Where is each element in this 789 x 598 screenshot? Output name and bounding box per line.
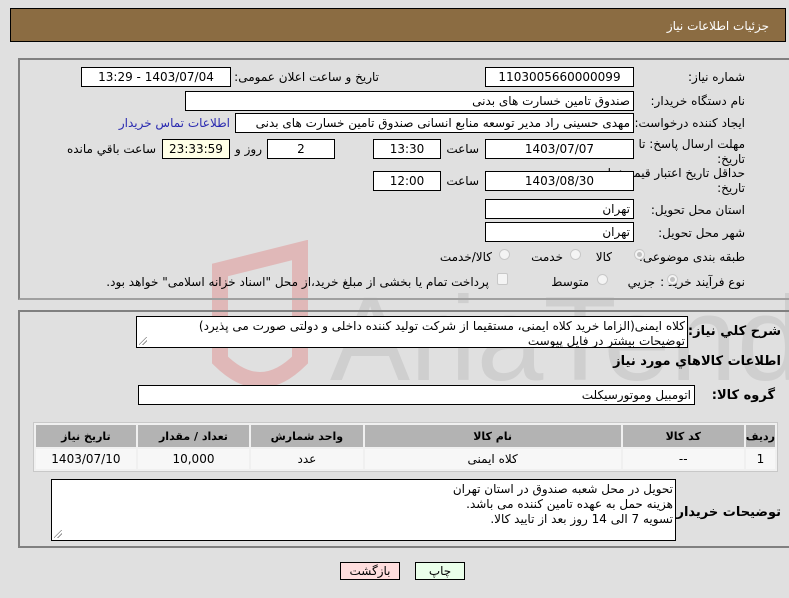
buyer-notes-line-1: تحویل در محل شعبه صندوق در استان تهران <box>452 482 673 496</box>
category-goods-radio[interactable] <box>634 249 645 260</box>
category-goods-label: کالا <box>595 250 612 264</box>
delivery-province-label: استان محل تحویل: <box>650 203 745 217</box>
delivery-city-label: شهر محل تحویل: <box>658 226 745 240</box>
treasury-bonds-checkbox[interactable] <box>497 273 508 285</box>
reply-deadline-label: مهلت ارسال پاسخ: تا <box>638 137 745 151</box>
category-label: طبقه بندی موضوعی: <box>638 250 745 264</box>
category-service-label: خدمت <box>531 250 563 264</box>
page-title: جزئیات اطلاعات نیاز <box>666 19 769 33</box>
announce-datetime-label: تاریخ و ساعت اعلان عمومی: <box>234 70 379 84</box>
buyer-org-label: نام دستگاه خریدار: <box>650 94 746 108</box>
items-section-title: اطلاعات کالاهاي مورد نياز <box>613 354 781 369</box>
treasury-bonds-label: پرداخت تمام یا بخشی از مبلغ خرید،از محل … <box>106 275 489 289</box>
delivery-province-field: تهران <box>485 199 634 219</box>
description-line-2: توضیحات بیشتر در فایل پیوست <box>527 334 685 348</box>
goods-group-label: گروه کالا: <box>711 388 775 403</box>
category-goods-service-label: کالا/خدمت <box>439 250 492 264</box>
purchase-type-minor-radio[interactable] <box>667 274 678 285</box>
col-unit: واحد شمارش <box>251 425 363 447</box>
table-row: 1 -- کلاه ایمنی عدد 10,000 1403/07/10 <box>36 449 775 469</box>
col-quantity: تعداد / مقدار <box>137 425 250 447</box>
buyer-notes-line-3: تسویه 7 الی 14 روز بعد از تایید کالا. <box>490 512 673 526</box>
col-goods-name: نام کالا <box>364 425 621 447</box>
col-goods-code: کد کالا <box>622 425 744 447</box>
buyer-notes-line-2: هزینه حمل به عهده تامین کننده می باشد. <box>466 497 673 511</box>
requester-label: ایجاد کننده درخواست: <box>634 116 745 130</box>
cell-need-date: 1403/07/10 <box>36 449 136 469</box>
requester-field: مهدی حسینی راد مدیر توسعه منابع انسانی ص… <box>235 113 634 133</box>
price-validity-time-field: 12:00 <box>373 171 441 191</box>
cell-row-number: 1 <box>745 449 775 469</box>
reply-deadline-date-field: 1403/07/07 <box>485 139 634 159</box>
category-goods-service-radio[interactable] <box>499 249 510 260</box>
buyer-org-field: صندوق تامین خسارت های بدنی <box>185 91 634 111</box>
resize-grip-icon[interactable] <box>54 530 62 538</box>
announce-datetime-field: 1403/07/04 - 13:29 <box>81 67 231 87</box>
price-validity-date-field: 1403/08/30 <box>485 171 634 191</box>
reply-deadline-label-2: تاریخ: <box>717 152 745 166</box>
back-button[interactable]: بازگشت <box>340 562 400 580</box>
col-row-number: ردیف <box>745 425 775 447</box>
days-label: روز و <box>235 142 262 156</box>
print-button[interactable]: چاپ <box>415 562 465 580</box>
remaining-days-field: 2 <box>267 139 335 159</box>
description-line-1: کلاه ایمنی(الزاما خرید کلاه ایمنی، مستقی… <box>198 319 685 333</box>
cell-goods-code: -- <box>622 449 744 469</box>
description-textarea[interactable]: کلاه ایمنی(الزاما خرید کلاه ایمنی، مستقی… <box>136 316 688 348</box>
cell-unit: عدد <box>251 449 363 469</box>
items-table: ردیف کد کالا نام کالا واحد شمارش تعداد /… <box>33 422 778 472</box>
buyer-notes-label: توضیحات خریدار: <box>671 505 781 520</box>
cell-goods-name: کلاه ایمنی <box>364 449 621 469</box>
buyer-contact-link[interactable]: اطلاعات تماس خریدار <box>119 116 230 130</box>
col-need-date: تاریخ نیاز <box>36 425 136 447</box>
delivery-city-field: تهران <box>485 222 634 242</box>
price-validity-label-2: تاریخ: <box>717 181 745 195</box>
buyer-notes-textarea[interactable]: تحویل در محل شعبه صندوق در استان تهران ه… <box>51 479 676 541</box>
purchase-type-minor-label: جزیي <box>627 275 655 289</box>
goods-group-field: اتومبیل وموتورسیکلت <box>138 385 695 405</box>
reply-deadline-time-field: 13:30 <box>373 139 441 159</box>
reply-time-label: ساعت <box>446 142 479 156</box>
purchase-type-medium-radio[interactable] <box>597 274 608 285</box>
items-table-header: ردیف کد کالا نام کالا واحد شمارش تعداد /… <box>36 425 775 447</box>
purchase-type-medium-label: متوسط <box>551 275 589 289</box>
page-header: جزئیات اطلاعات نیاز <box>10 8 786 42</box>
need-number-field: 1103005660000099 <box>485 67 634 87</box>
remaining-time-field: 23:33:59 <box>162 139 230 159</box>
description-label: شرح کلي نياز: <box>687 324 781 339</box>
remaining-time-label: ساعت باقي مانده <box>66 142 156 156</box>
category-service-radio[interactable] <box>570 249 581 260</box>
resize-grip-icon[interactable] <box>139 337 147 345</box>
need-number-label: شماره نیاز: <box>688 70 745 84</box>
cell-quantity: 10,000 <box>137 449 250 469</box>
price-validity-time-label: ساعت <box>446 174 479 188</box>
